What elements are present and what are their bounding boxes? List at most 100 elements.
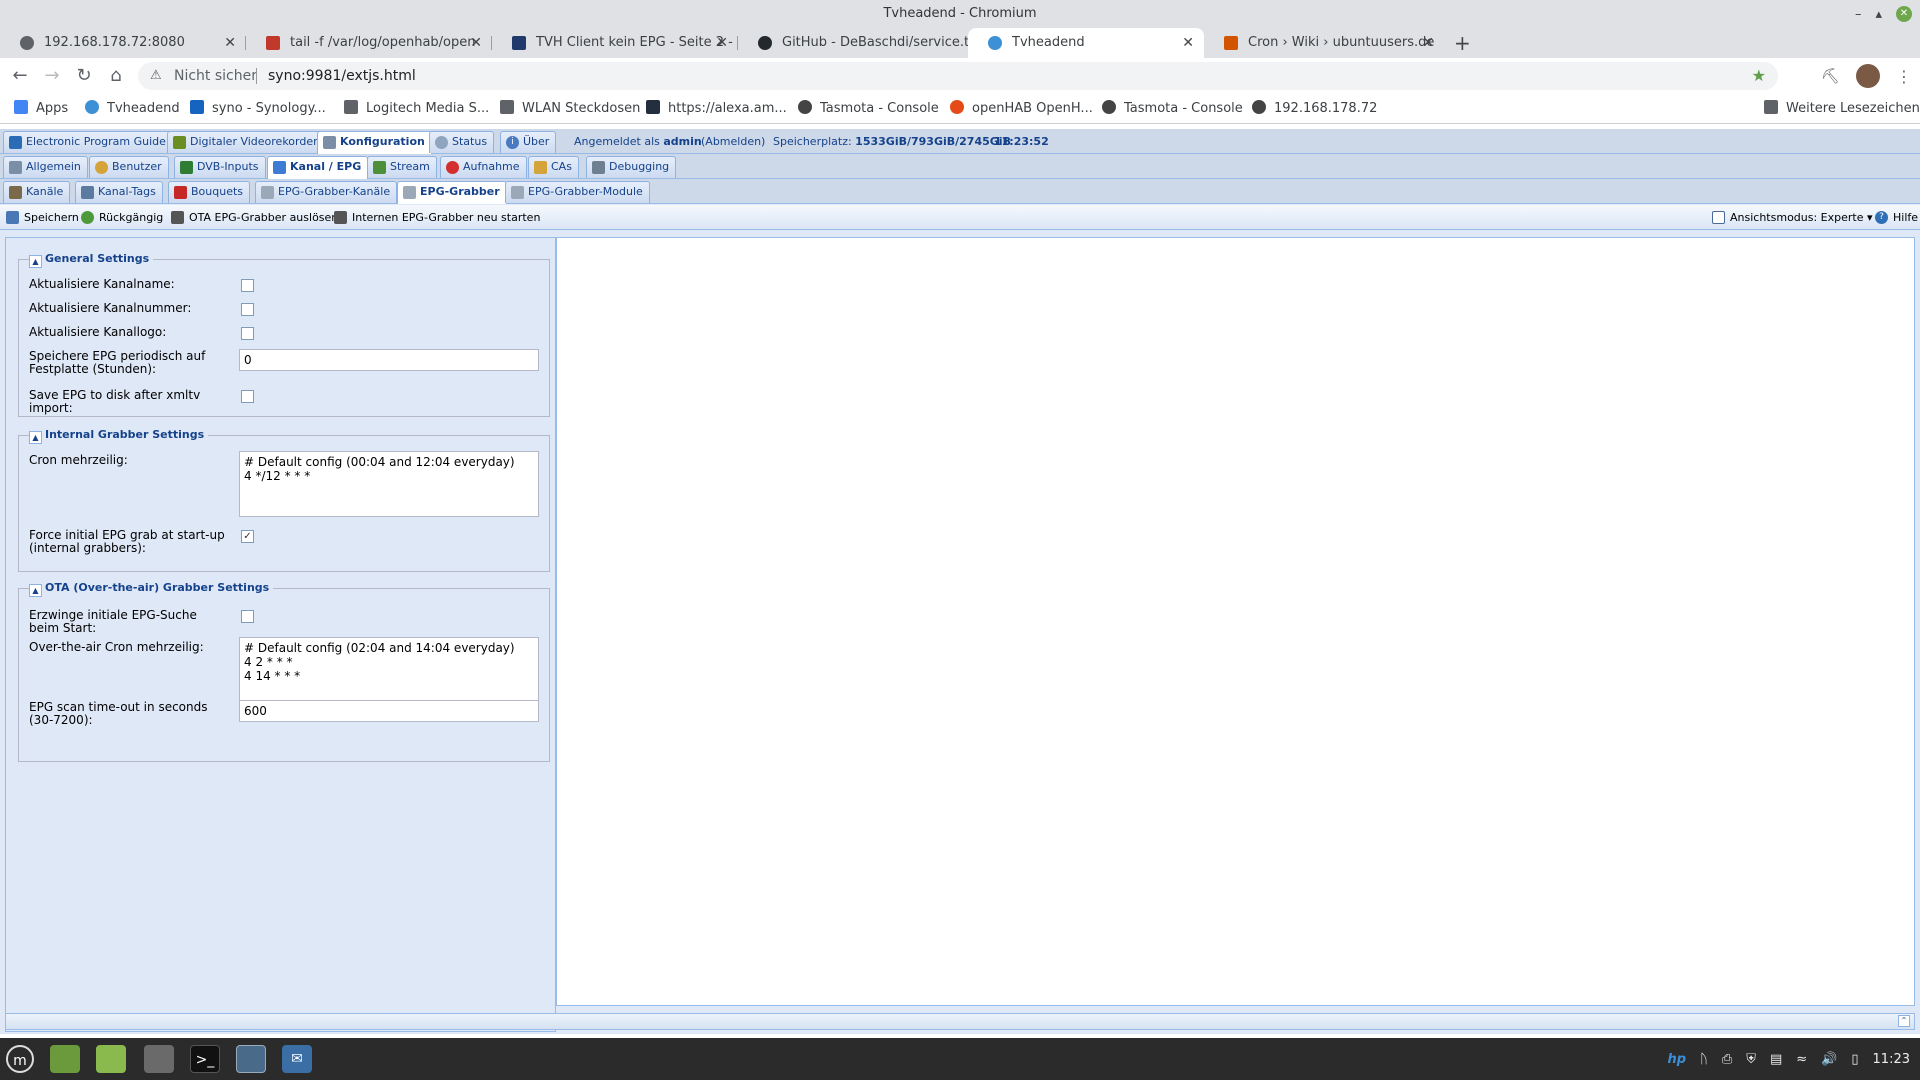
trigger-ota-button[interactable]: OTA EPG-Grabber auslösen — [171, 205, 338, 230]
tab-users[interactable]: Benutzer — [89, 156, 169, 178]
tab-about[interactable]: i Über — [500, 131, 557, 153]
hp-icon[interactable]: hp — [1667, 1052, 1686, 1067]
bookmark-item[interactable]: Tasmota - Console — [1102, 94, 1243, 124]
save-xmltv-checkbox[interactable] — [241, 390, 254, 403]
ota-grabber-header[interactable]: ▲ OTA (Over-the-air) Grabber Settings — [29, 581, 274, 597]
collapse-toggle-icon[interactable]: ▲ — [29, 431, 42, 444]
bookmark-item[interactable]: 192.168.178.72 — [1252, 94, 1377, 124]
bookmark-item[interactable]: syno - Synology... — [190, 94, 326, 124]
home-icon[interactable]: ⌂ — [104, 64, 128, 88]
forward-arrow-icon[interactable]: → — [40, 64, 64, 88]
shield-icon[interactable]: ⛨ — [1746, 1052, 1756, 1067]
tab-epg-grabber[interactable]: EPG-Grabber — [397, 181, 507, 204]
expand-panel-icon[interactable]: ⌃ — [1898, 1015, 1910, 1027]
menu-dots-icon[interactable]: ⋮ — [1896, 67, 1912, 86]
minimize-icon[interactable]: – — [1855, 7, 1862, 22]
bookmark-folder[interactable]: Logitech Media S... — [344, 94, 489, 124]
ota-timeout-input[interactable] — [239, 700, 539, 722]
ota-force-initial-checkbox[interactable] — [241, 610, 254, 623]
tab-epg[interactable]: Electronic Program Guide — [3, 131, 173, 153]
collapse-toggle-icon[interactable]: ▲ — [29, 255, 42, 268]
browser-tab[interactable]: Cron › Wiki › ubuntuusers.de ✕ — [1204, 28, 1444, 58]
bookmark-apps[interactable]: Apps — [14, 94, 68, 124]
tab-recording[interactable]: Aufnahme — [440, 156, 527, 178]
back-arrow-icon[interactable]: ← — [8, 64, 32, 88]
periodic-save-input[interactable] — [239, 349, 539, 371]
cron-textarea[interactable]: # Default config (00:04 and 12:04 everyd… — [239, 451, 539, 517]
restart-internal-button[interactable]: Internen EPG-Grabber neu starten — [334, 205, 540, 230]
help-button[interactable]: ? Hilfe — [1875, 205, 1918, 230]
mail-icon[interactable]: ✉ — [282, 1045, 312, 1073]
browser-tab[interactable]: tail -f /var/log/openhab/open ✕ — [246, 28, 492, 58]
chromium-icon[interactable] — [236, 1045, 266, 1073]
bookmark-item[interactable]: Tasmota - Console — [798, 94, 939, 124]
browser-tab-active[interactable]: Tvheadend ✕ — [968, 28, 1204, 58]
bookmark-folder[interactable]: WLAN Steckdosen — [500, 94, 640, 124]
avatar[interactable] — [1856, 64, 1880, 88]
tab-channels[interactable]: Kanäle — [3, 181, 71, 203]
tab-general[interactable]: Allgemein — [3, 156, 88, 178]
collapse-toggle-icon[interactable]: ▲ — [29, 584, 42, 597]
close-tab-icon[interactable]: ✕ — [1182, 28, 1194, 58]
bookmark-more-folder[interactable]: Weitere Lesezeichen — [1764, 94, 1920, 124]
bookmark-item[interactable]: openHAB OpenH... — [950, 94, 1093, 124]
mint-menu-icon[interactable]: m — [6, 1045, 34, 1073]
close-tab-icon[interactable]: ✕ — [716, 28, 728, 58]
browser-tab[interactable]: 192.168.178.72:8080 ✕ — [0, 28, 246, 58]
extensions-icon[interactable]: ⛏ — [1821, 67, 1840, 85]
tab-epg-grabber-channels[interactable]: EPG-Grabber-Kanäle — [255, 181, 398, 203]
tab-dvb-inputs[interactable]: DVB-Inputs — [174, 156, 266, 178]
tab-epg-grabber-modules[interactable]: EPG-Grabber-Module — [505, 181, 650, 203]
security-status[interactable]: Nicht sicher — [174, 62, 257, 90]
internal-grabber-header[interactable]: ▲ Internal Grabber Settings — [29, 428, 209, 444]
tab-channel-epg[interactable]: Kanal / EPG — [267, 156, 369, 179]
volume-icon[interactable]: 🔊 — [1821, 1052, 1837, 1067]
clipboard-icon[interactable]: ⎙ — [1722, 1052, 1732, 1067]
tab-channel-tags[interactable]: Kanal-Tags — [75, 181, 163, 203]
bluetooth-icon[interactable]: ᚢ — [1700, 1052, 1708, 1067]
network-icon[interactable]: ≈ — [1796, 1052, 1807, 1067]
close-tab-icon[interactable]: ✕ — [1422, 28, 1434, 58]
bookmark-item[interactable]: Tvheadend — [85, 94, 180, 124]
address-bar[interactable]: ⚠ Nicht sicher syno:9981/extjs.html ★ — [138, 62, 1778, 90]
close-tab-icon[interactable]: ✕ — [470, 28, 482, 58]
tab-label: Electronic Program Guide — [26, 135, 166, 148]
update-channel-name-checkbox[interactable] — [241, 279, 254, 292]
tab-status[interactable]: Status — [429, 131, 495, 153]
tab-configuration[interactable]: Konfiguration — [317, 131, 432, 154]
clock[interactable]: 11:23 — [1873, 1052, 1910, 1067]
bookmark-label: Logitech Media S... — [366, 101, 490, 116]
update-icon[interactable]: ▤ — [1770, 1052, 1782, 1067]
browser-tab[interactable]: TVH Client kein EPG - Seite 2 - ✕ — [492, 28, 738, 58]
ota-cron-textarea[interactable]: # Default config (02:04 and 14:04 everyd… — [239, 637, 539, 703]
terminal-icon[interactable]: >_ — [190, 1045, 220, 1073]
tab-dvr[interactable]: Digitaler Videorekorder — [167, 131, 325, 153]
battery-icon[interactable]: ▯ — [1851, 1052, 1858, 1067]
desktop-icon[interactable] — [50, 1045, 80, 1073]
maximize-icon[interactable]: ▴ — [1875, 7, 1882, 22]
logout-link[interactable]: (Abmelden) — [701, 131, 765, 153]
update-channel-number-checkbox[interactable] — [241, 303, 254, 316]
bookmark-star-icon[interactable]: ★ — [1752, 62, 1766, 90]
settings-icon[interactable] — [144, 1045, 174, 1073]
view-mode-dropdown[interactable]: Ansichtsmodus: Experte ▾ — [1712, 205, 1873, 230]
reload-icon[interactable]: ↻ — [72, 64, 96, 88]
bookmark-label: https://alexa.am... — [668, 101, 787, 116]
browser-tab[interactable]: GitHub - DeBaschdi/service.ta — [738, 28, 968, 58]
undo-button[interactable]: Rückgängig — [81, 205, 163, 230]
tab-debugging[interactable]: Debugging — [586, 156, 677, 178]
files-icon[interactable] — [96, 1045, 126, 1073]
tab-cas[interactable]: CAs — [528, 156, 579, 178]
new-tab-button[interactable]: + — [1454, 28, 1471, 58]
close-tab-icon[interactable]: ✕ — [224, 28, 236, 58]
close-window-icon[interactable]: ✕ — [1896, 6, 1912, 22]
tab-bouquets[interactable]: Bouquets — [168, 181, 251, 203]
bookmark-item[interactable]: https://alexa.am... — [646, 94, 787, 124]
bookmark-label: syno - Synology... — [212, 101, 326, 116]
update-channel-logo-checkbox[interactable] — [241, 327, 254, 340]
tab-stream[interactable]: Stream — [367, 156, 437, 178]
general-settings-header[interactable]: ▲ General Settings — [29, 252, 154, 268]
url-text[interactable]: syno:9981/extjs.html — [268, 62, 416, 90]
force-initial-grab-checkbox[interactable]: ✓ — [241, 530, 254, 543]
save-button[interactable]: Speichern — [6, 205, 79, 230]
